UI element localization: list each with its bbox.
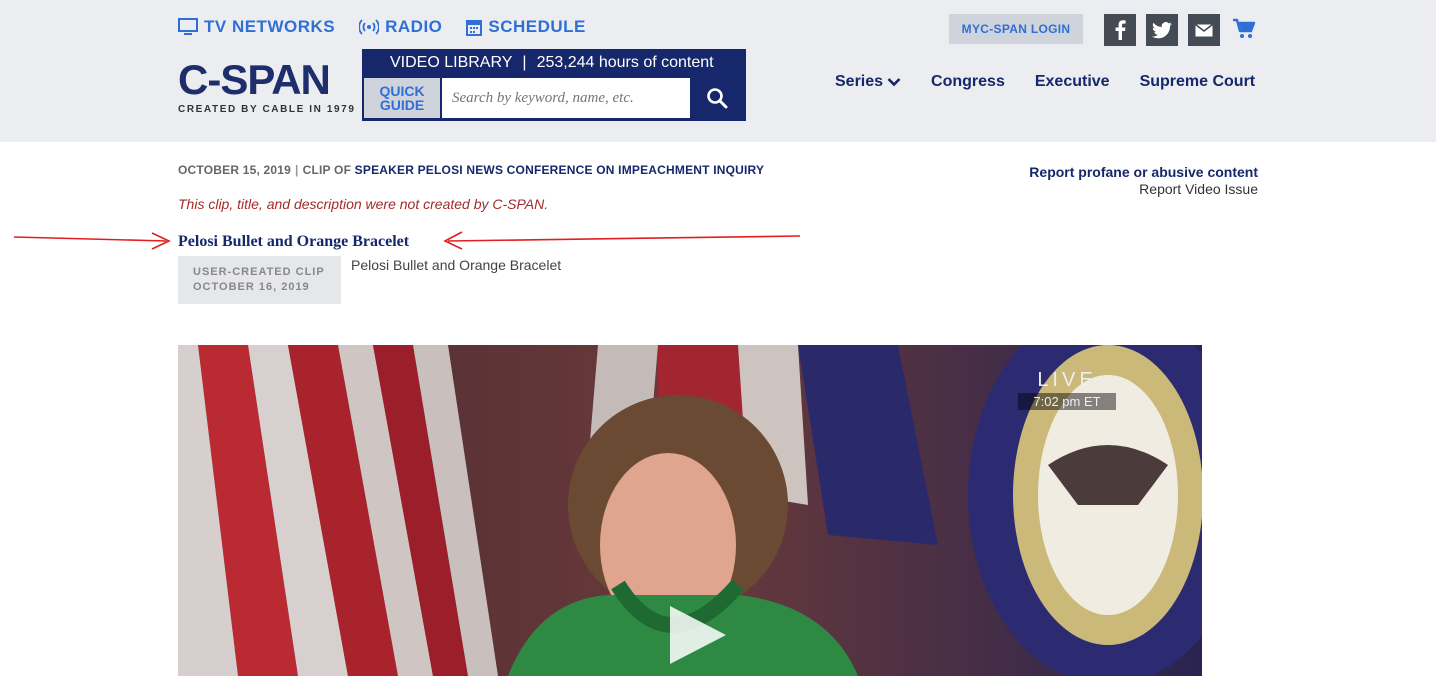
facebook-icon xyxy=(1115,20,1126,40)
clip-title: Pelosi Bullet and Orange Bracelet xyxy=(178,233,410,250)
facebook-button[interactable] xyxy=(1104,14,1136,46)
search-row: QUICK GUIDE xyxy=(364,78,744,118)
play-icon[interactable] xyxy=(666,604,730,666)
report-video-issue-link[interactable]: Report Video Issue xyxy=(1029,181,1258,197)
cspan-logo[interactable]: C-SPAN CREATED BY CABLE IN 1979 xyxy=(178,56,356,116)
schedule-label: SCHEDULE xyxy=(488,17,586,36)
radio-link[interactable]: RADIO xyxy=(359,17,442,37)
myc-span-login-button[interactable]: MYC-SPAN LOGIN xyxy=(949,14,1083,44)
logo-tagline: CREATED BY CABLE IN 1979 xyxy=(178,104,356,115)
clip-of-prefix: CLIP OF xyxy=(302,163,352,177)
calendar-icon xyxy=(466,19,483,36)
clip-meta-sep: | xyxy=(295,163,299,177)
radio-icon xyxy=(359,19,380,35)
search-button[interactable] xyxy=(690,78,744,118)
email-icon xyxy=(1195,23,1213,36)
live-label: LIVE xyxy=(1037,369,1097,391)
chevron-down-icon xyxy=(887,78,901,87)
nav-series-label: Series xyxy=(835,73,884,90)
video-library-bar: VIDEO LIBRARY | 253,244 hours of content xyxy=(362,49,746,77)
nav-executive[interactable]: Executive xyxy=(1035,73,1110,91)
report-abuse-link[interactable]: Report profane or abusive content xyxy=(1029,164,1258,180)
right-arrow-line xyxy=(447,235,801,242)
badge-line1: USER-CREATED CLIP xyxy=(193,266,325,278)
search-input[interactable] xyxy=(442,78,690,118)
cart-icon xyxy=(1233,18,1256,38)
radio-label: RADIO xyxy=(385,17,443,36)
main-nav: Series Congress Executive Supreme Court xyxy=(835,73,1285,91)
quick-guide-line2: GUIDE xyxy=(379,97,425,113)
twitter-icon xyxy=(1152,21,1172,38)
video-library-title: VIDEO LIBRARY xyxy=(390,54,513,71)
video-library-divider: | xyxy=(522,54,527,71)
nav-series[interactable]: Series xyxy=(835,73,901,91)
tv-networks-label: TV NETWORKS xyxy=(204,17,336,36)
tv-icon xyxy=(178,18,198,35)
clip-description: Pelosi Bullet and Orange Bracelet xyxy=(351,257,562,273)
email-button[interactable] xyxy=(1188,14,1220,46)
cart-button[interactable] xyxy=(1232,17,1256,46)
clip-date: OCTOBER 15, 2019 xyxy=(178,163,292,177)
nav-congress[interactable]: Congress xyxy=(931,73,1005,91)
quick-guide-button[interactable]: QUICK GUIDE xyxy=(364,78,440,118)
user-created-clip-badge: USER-CREATED CLIP OCTOBER 16, 2019 xyxy=(178,256,341,304)
tv-networks-link[interactable]: TV NETWORKS xyxy=(178,17,335,37)
clip-disclaimer: This clip, title, and description were n… xyxy=(178,196,549,212)
live-time: 7:02 pm ET xyxy=(1018,393,1116,410)
logo-wordmark: C-SPAN xyxy=(178,56,331,103)
video-library-hours: 253,244 hours of content xyxy=(536,54,714,71)
clip-meta: OCTOBER 15, 2019 | CLIP OF SPEAKER PELOSI … xyxy=(178,163,764,177)
left-arrow-line xyxy=(13,236,167,242)
program-link[interactable]: SPEAKER PELOSI NEWS CONFERENCE ON IMPEAC… xyxy=(355,163,765,177)
site-header: TV NETWORKS RADIO SCHEDULE C-SPAN CREATE… xyxy=(0,0,1436,142)
quick-guide-line1: QUICK xyxy=(379,83,425,99)
live-indicator: LIVE 7:02 pm ET xyxy=(1018,369,1116,410)
nav-supreme-court[interactable]: Supreme Court xyxy=(1140,73,1256,91)
report-links: Report profane or abusive content Report… xyxy=(1029,164,1258,197)
twitter-button[interactable] xyxy=(1146,14,1178,46)
badge-date: OCTOBER 16, 2019 xyxy=(193,281,310,293)
video-library-search: VIDEO LIBRARY | 253,244 hours of content… xyxy=(362,49,746,121)
search-icon xyxy=(707,88,728,109)
annotation-arrows xyxy=(13,231,801,250)
schedule-link[interactable]: SCHEDULE xyxy=(466,17,586,37)
top-nav: TV NETWORKS RADIO SCHEDULE xyxy=(178,17,610,37)
